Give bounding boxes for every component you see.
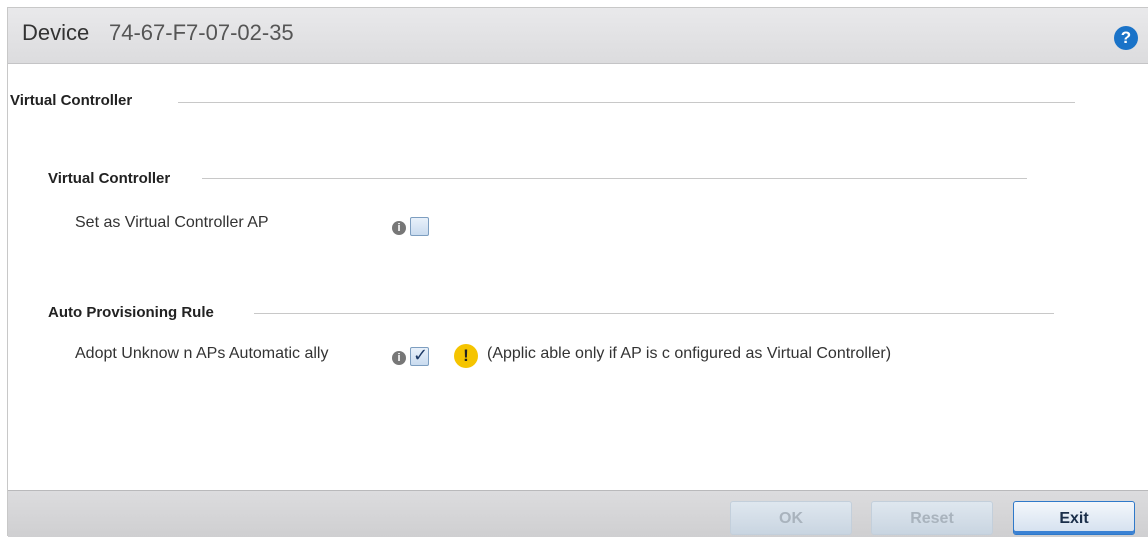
warning-icon: !: [454, 344, 478, 368]
reset-button[interactable]: Reset: [871, 501, 993, 535]
device-label: Device: [22, 20, 90, 45]
section-divider: [178, 102, 1075, 103]
subsection-title-virtual-controller: Virtual Controller: [48, 170, 179, 187]
device-id: 74-67-F7-07-02-35: [109, 20, 294, 45]
subsection-divider: [254, 313, 1054, 314]
subsection-divider: [202, 178, 1027, 179]
ok-button[interactable]: OK: [730, 501, 852, 535]
exit-button[interactable]: Exit: [1013, 501, 1135, 535]
checkmark-icon: ✓: [413, 345, 429, 365]
section-title-virtual-controller: Virtual Controller: [10, 92, 141, 109]
info-icon[interactable]: i: [392, 221, 406, 235]
subsection-title-auto-provisioning: Auto Provisioning Rule: [48, 304, 222, 321]
dialog-header: Device 74-67-F7-07-02-35 ?: [8, 8, 1148, 64]
set-virtual-controller-label: Set as Virtual Controller AP: [75, 214, 269, 231]
adopt-unknown-aps-checkbox[interactable]: ✓: [410, 345, 429, 366]
set-virtual-controller-checkbox[interactable]: [410, 217, 429, 236]
adopt-unknown-aps-label: Adopt Unknow n APs Automatic ally: [75, 345, 329, 362]
help-icon[interactable]: ?: [1114, 26, 1138, 50]
applicability-note: (Applic able only if AP is c onfigured a…: [487, 345, 892, 362]
dialog-footer: OK Reset Exit: [8, 490, 1148, 537]
dialog-frame: Device 74-67-F7-07-02-35 ? Virtual Contr…: [7, 7, 1148, 537]
info-icon[interactable]: i: [392, 351, 406, 365]
